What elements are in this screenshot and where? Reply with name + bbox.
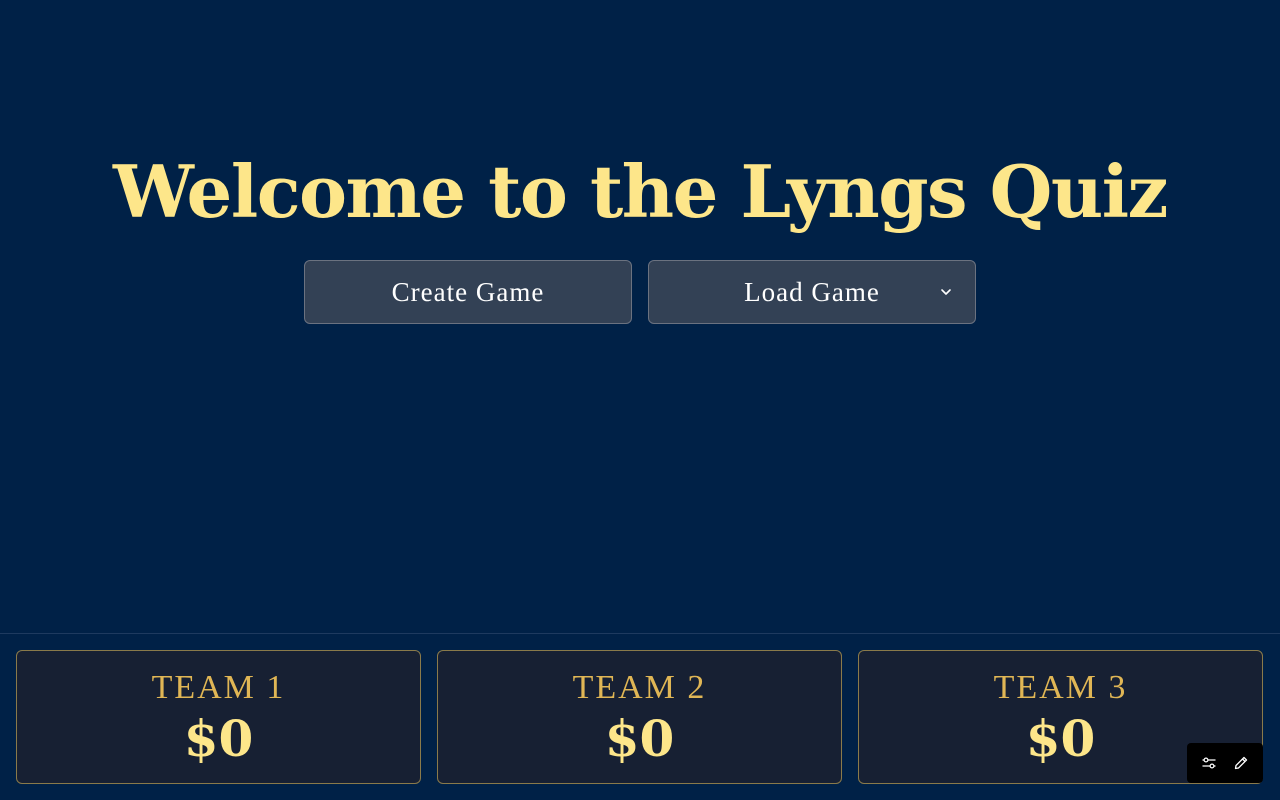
hero-section: Welcome to the Lyngs Quiz Create Game Lo… [0,0,1280,634]
team-name: TEAM 1 [151,669,286,706]
create-game-label: Create Game [391,276,545,307]
chevron-down-icon [941,289,951,295]
team-name: TEAM 2 [572,669,707,706]
pencil-icon [1234,756,1248,770]
team-card-1: TEAM 1 $0 [16,650,421,784]
team-score: $0 [604,709,675,768]
team-card-2: TEAM 2 $0 [437,650,842,784]
floating-toolbar [1187,743,1263,783]
scoreboard-divider [0,633,1280,634]
page: Welcome to the Lyngs Quiz Create Game Lo… [0,0,1280,800]
team-name: TEAM 3 [993,669,1128,706]
edit-button[interactable] [1228,750,1254,776]
sliders-icon [1202,757,1216,769]
team-score: $0 [1025,709,1096,768]
game-actions: Create Game Load Game [304,260,976,324]
team-score: $0 [183,709,254,768]
scoreboard: TEAM 1 $0 TEAM 2 $0 TEAM 3 $0 [16,650,1263,784]
load-game-label: Load Game [744,276,880,307]
load-game-select[interactable]: Load Game [648,260,976,324]
page-title: Welcome to the Lyngs Quiz [113,149,1168,234]
settings-button[interactable] [1196,750,1222,776]
create-game-button[interactable]: Create Game [304,260,632,324]
